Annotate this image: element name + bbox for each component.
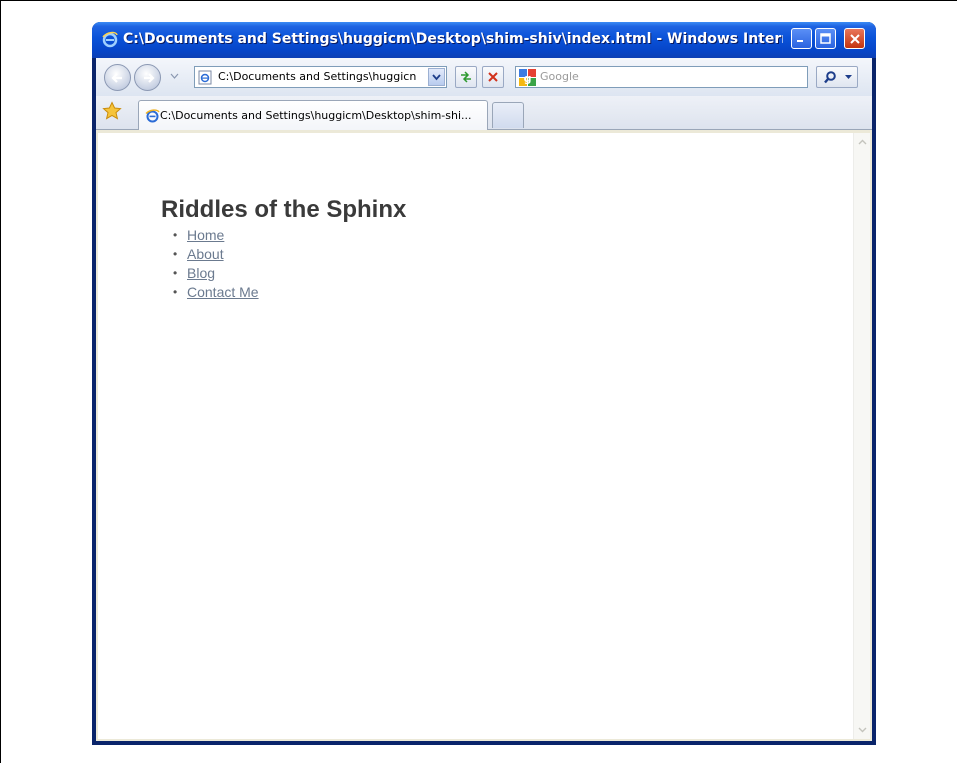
stop-icon: [488, 72, 498, 82]
page-ie-icon: [198, 70, 212, 85]
nav-link-home[interactable]: Home: [187, 227, 224, 243]
refresh-button[interactable]: [455, 66, 477, 88]
page-title: Riddles of the Sphinx: [161, 196, 407, 223]
title-bar[interactable]: C:\Documents and Settings\huggicm\Deskto…: [92, 22, 876, 58]
maximize-button[interactable]: [815, 28, 836, 49]
svg-text:g: g: [524, 72, 532, 85]
scroll-up-button[interactable]: [854, 134, 870, 150]
search-icon: [824, 71, 836, 84]
ie-icon: [102, 31, 118, 48]
list-item: Home: [161, 226, 259, 245]
address-input[interactable]: C:\Documents and Settings\huggicn: [218, 69, 426, 85]
page-navigation-list: Home About Blog Contact Me: [161, 226, 259, 302]
vertical-scrollbar[interactable]: [853, 133, 870, 739]
chevron-up-icon: [858, 139, 866, 145]
google-icon: g: [519, 69, 536, 86]
browser-client-area: C:\Documents and Settings\huggicn g Goog…: [96, 58, 872, 741]
new-tab-button[interactable]: [492, 102, 524, 128]
refresh-icon: [461, 71, 471, 83]
nav-link-contact-me[interactable]: Contact Me: [187, 284, 259, 300]
close-button[interactable]: [844, 28, 865, 49]
nav-link-about[interactable]: About: [187, 246, 224, 262]
address-dropdown-button[interactable]: [428, 68, 445, 86]
tab-bar: C:\Documents and Settings\huggicm\Deskto…: [96, 96, 872, 130]
forward-icon: [143, 72, 155, 83]
scroll-down-button[interactable]: [854, 722, 870, 738]
chevron-down-icon: [858, 727, 866, 733]
ie-window: C:\Documents and Settings\huggicm\Deskto…: [92, 22, 876, 745]
close-icon: [849, 33, 860, 44]
back-button[interactable]: [104, 64, 131, 91]
page-viewport: Riddles of the Sphinx Home About Blog Co…: [98, 133, 870, 739]
search-button[interactable]: [816, 66, 858, 88]
tab-current-page[interactable]: C:\Documents and Settings\huggicm\Deskto…: [138, 100, 488, 130]
favorites-star-icon[interactable]: [102, 101, 122, 121]
figure-frame-top: [0, 0, 957, 1]
list-item: Contact Me: [161, 283, 259, 302]
list-item: About: [161, 245, 259, 264]
search-options-chevron-icon[interactable]: [845, 75, 852, 80]
forward-button[interactable]: [134, 64, 161, 91]
stop-button[interactable]: [482, 66, 504, 88]
recent-pages-dropdown-icon[interactable]: [170, 73, 179, 80]
window-title: C:\Documents and Settings\huggicm\Deskto…: [123, 31, 783, 47]
search-box[interactable]: g Google: [515, 66, 808, 88]
maximize-icon: [820, 33, 831, 44]
address-bar[interactable]: C:\Documents and Settings\huggicn: [194, 66, 447, 88]
minimize-button[interactable]: [791, 28, 812, 49]
navigation-bar: C:\Documents and Settings\huggicn g Goog…: [96, 58, 872, 96]
chevron-down-icon: [432, 73, 441, 80]
minimize-icon: [797, 40, 803, 42]
nav-link-blog[interactable]: Blog: [187, 265, 215, 281]
back-icon: [110, 72, 122, 83]
tab-label: C:\Documents and Settings\huggicm\Deskto…: [160, 109, 472, 122]
search-input[interactable]: Google: [540, 69, 579, 85]
list-item: Blog: [161, 264, 259, 283]
figure-frame-left: [0, 0, 1, 763]
ie-icon: [145, 109, 160, 123]
